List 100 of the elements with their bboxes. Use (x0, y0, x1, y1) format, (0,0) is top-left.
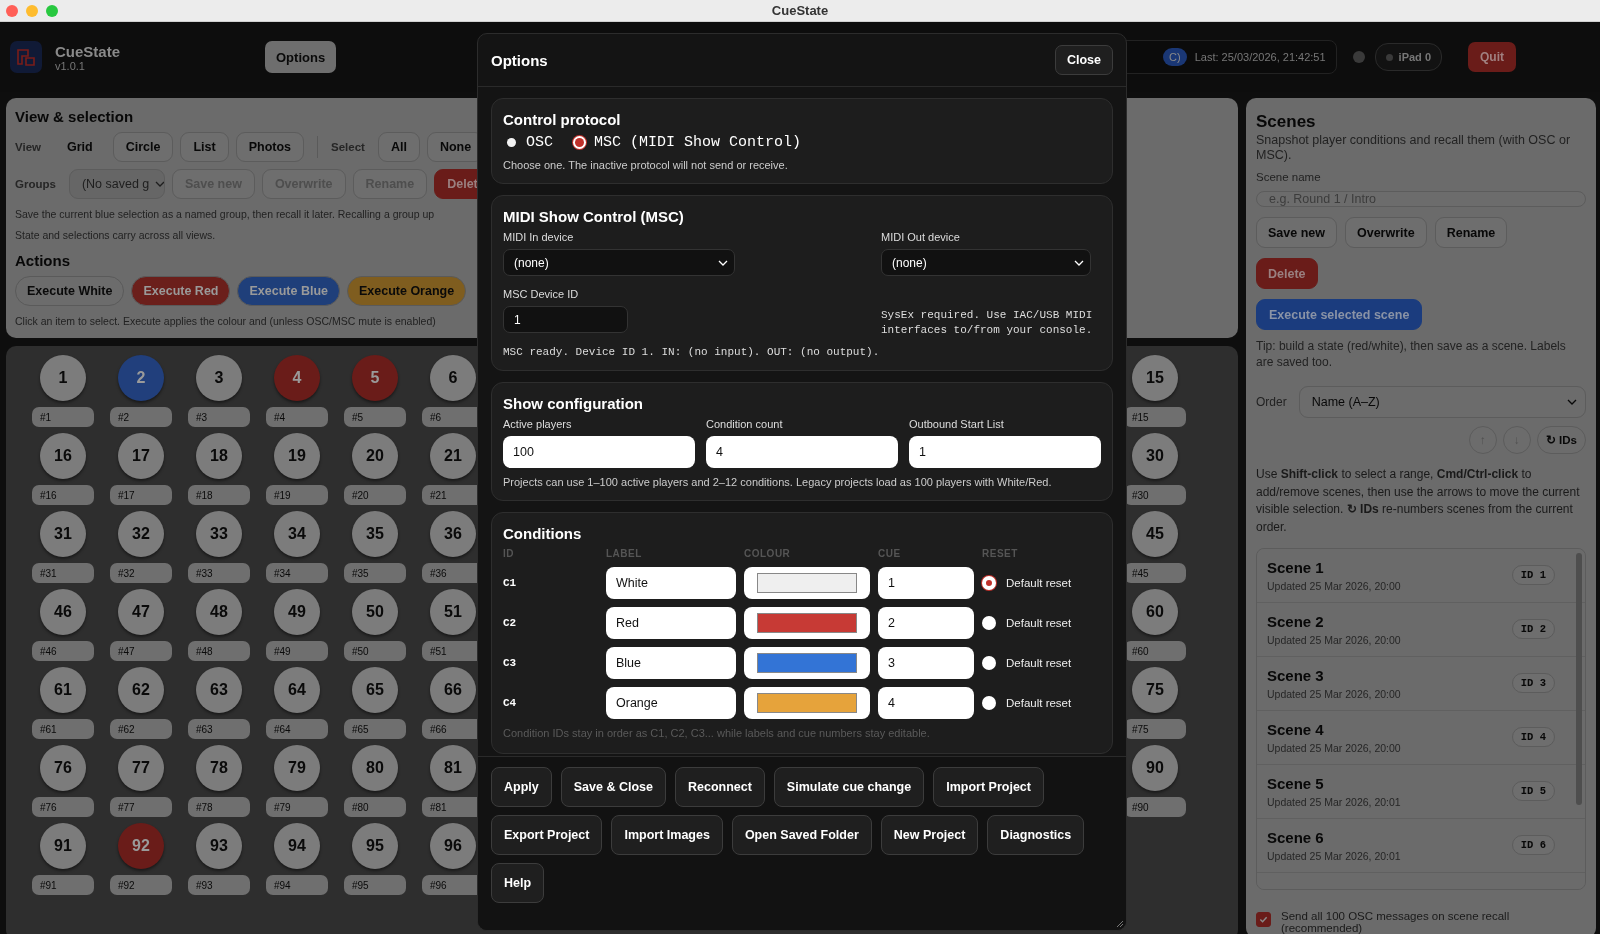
player-button[interactable]: 47 (118, 589, 164, 635)
player-button[interactable]: 93 (196, 823, 242, 869)
player-button[interactable]: 46 (40, 589, 86, 635)
player-name-field[interactable]: #16 (32, 485, 94, 505)
player-name-field[interactable]: #5 (344, 407, 406, 427)
player-button[interactable]: 36 (430, 511, 476, 557)
config-field[interactable]: 100 (503, 435, 695, 468)
groups-dropdown[interactable]: (No saved g (68, 169, 165, 199)
player-name-field[interactable]: #93 (188, 875, 250, 895)
cue-field[interactable]: 1 (878, 566, 974, 599)
player-name-field[interactable]: #19 (266, 485, 328, 505)
view-mode-tab[interactable]: Circle (112, 132, 174, 162)
player-button[interactable]: 19 (274, 433, 320, 479)
cue-field[interactable]: 3 (878, 646, 974, 679)
cue-field[interactable]: 4 (878, 686, 974, 719)
radio-button[interactable] (982, 575, 996, 590)
dialog-button[interactable]: Open Saved Folder (731, 815, 872, 855)
player-button[interactable]: 75 (1132, 667, 1178, 713)
player-button[interactable]: 64 (274, 667, 320, 713)
player-name-field[interactable]: #2 (110, 407, 172, 427)
player-name-field[interactable]: #77 (110, 797, 172, 817)
player-button[interactable]: 76 (40, 745, 86, 791)
condition-label-field[interactable]: White (606, 566, 736, 599)
player-name-field[interactable]: #49 (266, 641, 328, 661)
player-name-field[interactable]: #4 (266, 407, 328, 427)
execute-button[interactable]: Execute Red (131, 276, 231, 306)
radio-button[interactable] (982, 655, 996, 670)
scrollbar[interactable] (1576, 552, 1582, 805)
player-button[interactable]: 65 (352, 667, 398, 713)
player-button[interactable]: 62 (118, 667, 164, 713)
player-name-field[interactable]: #15 (1124, 407, 1186, 427)
dialog-button[interactable]: Import Images (611, 815, 723, 855)
player-button[interactable]: 32 (118, 511, 164, 557)
player-button[interactable]: 90 (1132, 745, 1178, 791)
player-name-field[interactable]: #50 (344, 641, 406, 661)
player-button[interactable]: 61 (40, 667, 86, 713)
player-name-field[interactable]: #35 (344, 563, 406, 583)
radio-button[interactable] (982, 615, 996, 630)
player-button[interactable]: 35 (352, 511, 398, 557)
scene-button[interactable]: Overwrite (1345, 217, 1427, 248)
player-button[interactable]: 81 (430, 745, 476, 791)
player-name-field[interactable]: #33 (188, 563, 250, 583)
condition-label-field[interactable]: Blue (606, 646, 736, 679)
player-button[interactable]: 3 (196, 355, 242, 401)
player-name-field[interactable]: #61 (32, 719, 94, 739)
player-name-field[interactable]: #79 (266, 797, 328, 817)
midi-in-dropdown[interactable]: (none) (503, 249, 735, 276)
device-id-field[interactable]: 1 (503, 306, 628, 333)
reorder-button[interactable]: ↻ IDs (1536, 426, 1586, 455)
player-button[interactable]: 5 (352, 355, 398, 401)
scene-button[interactable]: Execute selected scene (1256, 299, 1423, 330)
config-field[interactable]: 4 (706, 435, 898, 468)
player-button[interactable]: 77 (118, 745, 164, 791)
radio-button[interactable] (507, 138, 516, 147)
colour-picker[interactable] (744, 606, 870, 639)
player-name-field[interactable]: #34 (266, 563, 328, 583)
player-button[interactable]: 31 (40, 511, 86, 557)
player-button[interactable]: 2 (118, 355, 164, 401)
player-name-field[interactable]: #62 (110, 719, 172, 739)
player-name-field[interactable]: #76 (32, 797, 94, 817)
player-name-field[interactable]: #65 (344, 719, 406, 739)
player-button[interactable]: 45 (1132, 511, 1178, 557)
player-button[interactable]: 51 (430, 589, 476, 635)
cue-field[interactable]: 2 (878, 606, 974, 639)
execute-button[interactable]: Execute Blue (237, 276, 340, 306)
player-button[interactable]: 95 (352, 823, 398, 869)
player-name-field[interactable]: #31 (32, 563, 94, 583)
order-dropdown[interactable]: Name (A–Z) (1298, 386, 1586, 419)
player-button[interactable]: 6 (430, 355, 476, 401)
player-name-field[interactable]: #20 (344, 485, 406, 505)
dialog-button[interactable]: Apply (491, 767, 552, 807)
player-button[interactable]: 49 (274, 589, 320, 635)
scene-button[interactable]: Save new (1256, 217, 1337, 248)
scene-list-item[interactable]: Scene 1 Updated 25 Mar 2026, 20:00 ID 1 (1257, 548, 1585, 603)
player-name-field[interactable]: #60 (1124, 641, 1186, 661)
player-name-field[interactable]: #18 (188, 485, 250, 505)
dialog-button[interactable]: Save & Close (560, 767, 666, 807)
player-name-field[interactable]: #47 (110, 641, 172, 661)
dialog-button[interactable]: Reconnect (674, 767, 765, 807)
colour-picker[interactable] (744, 646, 870, 679)
execute-button[interactable]: Execute White (15, 276, 125, 306)
player-button[interactable]: 1 (40, 355, 86, 401)
config-field[interactable]: 1 (909, 435, 1101, 468)
player-button[interactable]: 63 (196, 667, 242, 713)
player-button[interactable]: 30 (1132, 433, 1178, 479)
player-button[interactable]: 91 (40, 823, 86, 869)
player-button[interactable]: 94 (274, 823, 320, 869)
midi-out-dropdown[interactable]: (none) (881, 249, 1091, 276)
player-button[interactable]: 15 (1132, 355, 1178, 401)
player-button[interactable]: 21 (430, 433, 476, 479)
player-name-field[interactable]: #91 (32, 875, 94, 895)
player-button[interactable]: 4 (274, 355, 320, 401)
dialog-button[interactable]: Export Project (491, 815, 603, 855)
player-name-field[interactable]: #48 (188, 641, 250, 661)
player-button[interactable]: 48 (196, 589, 242, 635)
player-name-field[interactable]: #64 (266, 719, 328, 739)
colour-picker[interactable] (744, 686, 870, 719)
dialog-button[interactable]: Import Project (933, 767, 1044, 807)
select-button[interactable]: All (377, 132, 420, 162)
player-name-field[interactable]: #3 (188, 407, 250, 427)
